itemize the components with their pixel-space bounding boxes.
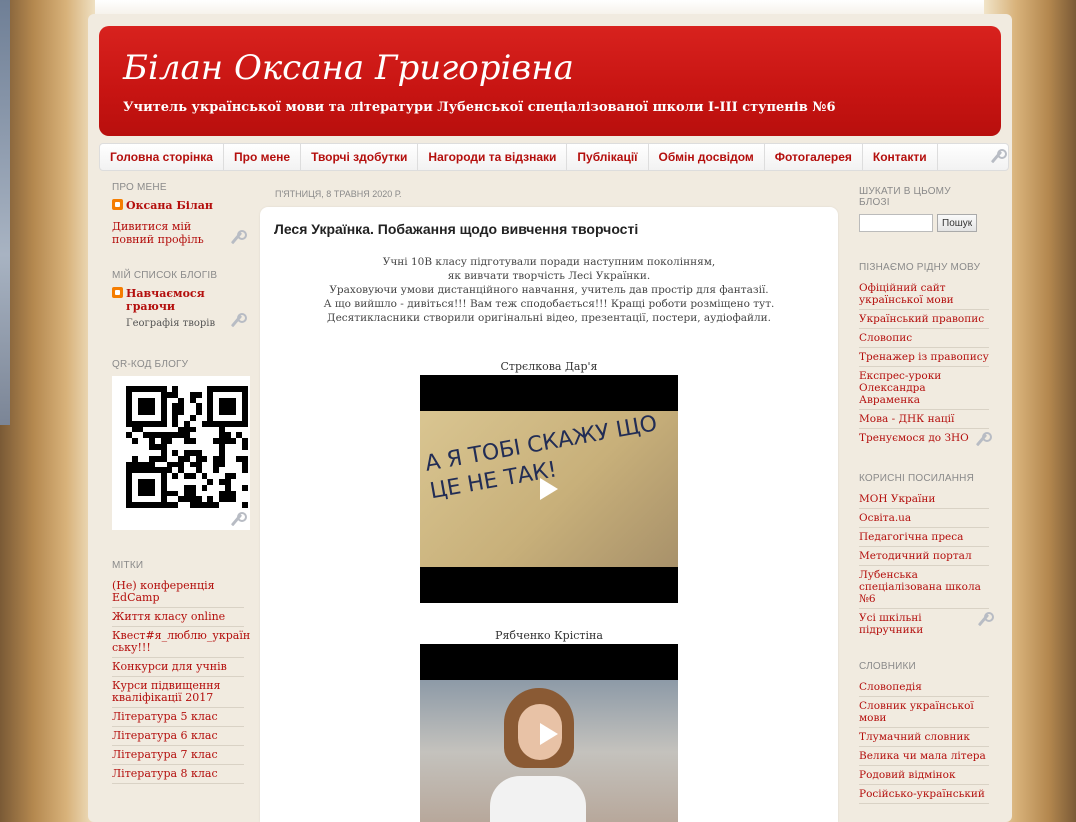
- nav-tabs: Головна сторінка Про мене Творчі здобутк…: [99, 143, 1009, 171]
- useful-link-row: Усі шкільні підручники: [859, 609, 995, 639]
- dictionary-link[interactable]: Словопедія: [859, 678, 989, 697]
- author-name-link[interactable]: Оксана Білан: [112, 199, 244, 212]
- post-body-line: як вивчати творчість Лесі Українки.: [447, 270, 651, 282]
- blogger-icon: [112, 287, 123, 298]
- useful-links: МОН України Освіта.ua Педагогічна преса …: [859, 490, 995, 639]
- language-link[interactable]: Словопис: [859, 329, 989, 348]
- tab-home[interactable]: Головна сторінка: [100, 144, 224, 170]
- language-link[interactable]: Експрес-уроки Олександра Авраменка: [859, 367, 989, 410]
- dictionary-link[interactable]: Родовий відмінок: [859, 766, 989, 785]
- post-body: Учні 10В класу підготували поради наступ…: [260, 255, 838, 325]
- wrench-icon[interactable]: [228, 230, 247, 246]
- tab-photo-gallery[interactable]: Фотогалерея: [765, 144, 863, 170]
- useful-link[interactable]: Методичний портал: [859, 547, 989, 566]
- wrench-icon: [988, 149, 1007, 165]
- qr-code-widget: [112, 376, 250, 530]
- label-link[interactable]: Література 6 клас: [112, 727, 244, 746]
- blog-title[interactable]: Білан Оксана Григорівна: [123, 48, 574, 88]
- tab-contacts[interactable]: Контакти: [863, 144, 938, 170]
- post-body-line: А що вийшло - дивіться!!! Вам теж сподоб…: [323, 298, 775, 310]
- label-link[interactable]: Література 5 клас: [112, 708, 244, 727]
- search-form: Пошук: [859, 214, 989, 232]
- useful-link[interactable]: МОН України: [859, 490, 989, 509]
- wrench-icon[interactable]: [228, 313, 247, 329]
- label-link[interactable]: Життя класу online: [112, 608, 244, 627]
- dictionary-link[interactable]: Словник української мови: [859, 697, 989, 728]
- dictionary-link[interactable]: Російсько-український: [859, 785, 989, 804]
- language-heading: ПІЗНАЄМО РІДНУ МОВУ: [859, 262, 981, 273]
- video-player[interactable]: [420, 644, 678, 822]
- label-link[interactable]: Література 8 клас: [112, 765, 244, 784]
- dictionaries-heading: СЛОВНИКИ: [859, 661, 916, 672]
- tab-creative-works[interactable]: Творчі здобутки: [301, 144, 419, 170]
- about-heading: ПРО МЕНЕ: [112, 182, 167, 193]
- video-player[interactable]: А Я ТОБІ СКАЖУ ЩО ЦЕ НЕ ТАК!: [420, 375, 678, 603]
- tab-experience-exchange[interactable]: Обмін досвідом: [649, 144, 765, 170]
- blogger-icon: [112, 199, 123, 210]
- language-link[interactable]: Мова - ДНК нації: [859, 410, 989, 429]
- tab-awards[interactable]: Нагороди та відзнаки: [418, 144, 568, 170]
- blog-header: Білан Оксана Григорівна Учитель українсь…: [99, 26, 1001, 136]
- post-body-line: Десятикласники створили оригінальні віде…: [327, 312, 771, 324]
- language-link[interactable]: Український правопис: [859, 310, 989, 329]
- left-sidebar: ПРО МЕНЕ Оксана Білан Дивитися мій повни…: [112, 182, 250, 784]
- blog-list-post-title[interactable]: Географія творів: [126, 318, 215, 329]
- video-frame-shirt: [490, 776, 586, 822]
- full-profile-link[interactable]: Дивитися мій повний профіль: [112, 220, 208, 246]
- play-icon[interactable]: [540, 478, 558, 500]
- labels-heading: МІТКИ: [112, 560, 144, 571]
- background-parchment-left: [0, 0, 95, 822]
- useful-link[interactable]: Освіта.ua: [859, 509, 989, 528]
- wrench-icon[interactable]: [973, 432, 992, 448]
- blog-post: Леся Українка. Побажання щодо вивчення т…: [260, 207, 838, 822]
- blog-list-item[interactable]: Навчаємося граючи: [112, 287, 244, 313]
- search-button[interactable]: Пошук: [937, 214, 978, 232]
- useful-link[interactable]: Педагогічна преса: [859, 528, 989, 547]
- blog-subtitle: Учитель української мови та літератури Л…: [123, 100, 836, 115]
- post-body-line: Учні 10В класу підготували поради наступ…: [382, 256, 716, 268]
- background-window-edge: [0, 0, 10, 425]
- search-heading: ШУКАТИ В ЦЬОМУ БЛОЗІ: [859, 186, 951, 208]
- post-body-line: Ураховуючи умови дистанційного навчання,…: [329, 284, 769, 296]
- useful-link[interactable]: Усі шкільні підручники: [859, 612, 975, 636]
- wrench-icon[interactable]: [228, 512, 247, 528]
- language-link[interactable]: Тренуємося до ЗНО: [859, 432, 969, 448]
- useful-heading: КОРИСНІ ПОСИЛАННЯ: [859, 473, 975, 484]
- right-sidebar: ШУКАТИ В ЦЬОМУ БЛОЗІ Пошук ПІЗНАЄМО РІДН…: [859, 186, 995, 804]
- wrench-icon[interactable]: [975, 612, 995, 628]
- video-frame: [420, 680, 678, 822]
- qr-heading: QR-КОД БЛОГУ: [112, 359, 189, 370]
- tab-publications[interactable]: Публікації: [567, 144, 649, 170]
- label-link[interactable]: Квест#я_люблю_україн ську!!!: [112, 627, 250, 658]
- nav-edit-button[interactable]: [984, 144, 1008, 170]
- search-input[interactable]: [859, 214, 933, 232]
- play-icon[interactable]: [540, 723, 558, 745]
- author-name: Оксана Білан: [126, 199, 213, 212]
- labels-list: (Не) конференція EdCamp Життя класу onli…: [112, 577, 250, 784]
- blog-list-blog-name: Навчаємося граючи: [126, 287, 205, 313]
- post-title[interactable]: Леся Українка. Побажання щодо вивчення т…: [274, 221, 638, 237]
- label-link[interactable]: (Не) конференція EdCamp: [112, 577, 244, 608]
- tab-about-me[interactable]: Про мене: [224, 144, 302, 170]
- label-link[interactable]: Література 7 клас: [112, 746, 244, 765]
- label-link[interactable]: Курси підвищення кваліфікації 2017: [112, 677, 244, 708]
- language-link[interactable]: Офіційний сайт української мови: [859, 279, 989, 310]
- qr-code-image: [126, 386, 248, 508]
- blog-list-heading: МІЙ СПИСОК БЛОГІВ: [112, 270, 218, 281]
- useful-link[interactable]: Лубенська спеціалізована школа №6: [859, 566, 989, 609]
- video-caption: Стрєлкова Дар'я: [500, 360, 598, 373]
- dictionary-link[interactable]: Тлумачний словник: [859, 728, 989, 747]
- video-caption: Рябченко Крістіна: [495, 629, 603, 642]
- dictionary-links: Словопедія Словник української мови Тлум…: [859, 678, 989, 804]
- dictionary-link[interactable]: Велика чи мала літера: [859, 747, 989, 766]
- language-links: Офіційний сайт української мови Українсь…: [859, 279, 992, 451]
- language-link-row: Тренуємося до ЗНО: [859, 429, 992, 451]
- post-date: П'ЯТНИЦЯ, 8 ТРАВНЯ 2020 Р.: [275, 189, 402, 199]
- label-link[interactable]: Конкурси для учнів: [112, 658, 244, 677]
- language-link[interactable]: Тренажер із правопису: [859, 348, 989, 367]
